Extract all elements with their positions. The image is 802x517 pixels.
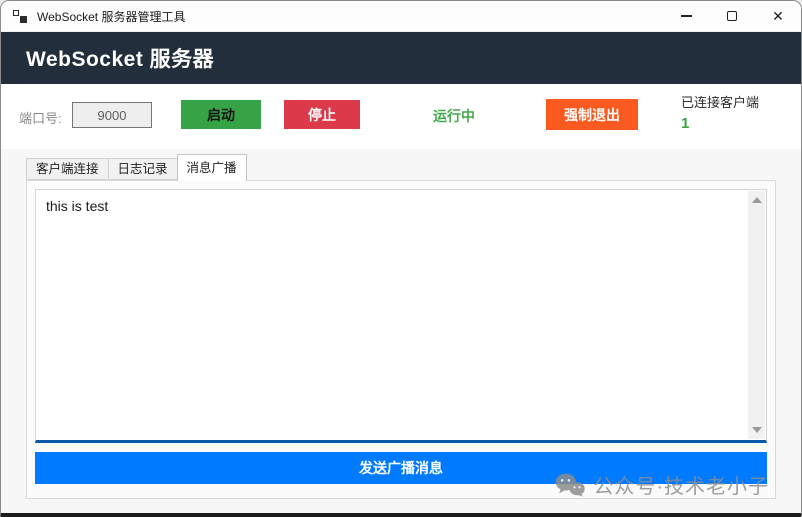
titlebar: WebSocket 服务器管理工具 ✕ bbox=[1, 1, 801, 32]
force-quit-button[interactable]: 强制退出 bbox=[546, 99, 638, 130]
scroll-up-icon[interactable] bbox=[752, 197, 762, 203]
maximize-icon bbox=[727, 11, 737, 21]
app-header-title: WebSocket 服务器 bbox=[26, 43, 214, 73]
port-label: 端口号: bbox=[19, 108, 62, 127]
app-header: WebSocket 服务器 bbox=[1, 32, 801, 84]
tab-area: 客户端连接 日志记录 消息广播 this is test 发送广播消息 bbox=[1, 149, 801, 513]
send-broadcast-button[interactable]: 发送广播消息 bbox=[35, 452, 767, 484]
app-window: WebSocket 服务器管理工具 ✕ WebSocket 服务器 端口号: 启… bbox=[0, 0, 802, 517]
tab-strip: 客户端连接 日志记录 消息广播 bbox=[26, 153, 801, 180]
window-controls: ✕ bbox=[663, 1, 801, 31]
connected-clients-block: 已连接客户端 1 bbox=[681, 92, 759, 132]
textbox-scrollbar[interactable] bbox=[748, 191, 765, 439]
close-button[interactable]: ✕ bbox=[755, 1, 801, 31]
scroll-down-icon[interactable] bbox=[752, 427, 762, 433]
maximize-button[interactable] bbox=[709, 1, 755, 31]
app-icon-square-outline bbox=[13, 10, 19, 16]
window-title: WebSocket 服务器管理工具 bbox=[37, 8, 185, 25]
connected-clients-count: 1 bbox=[681, 115, 759, 132]
stop-button[interactable]: 停止 bbox=[284, 100, 360, 129]
tab-client-connections[interactable]: 客户端连接 bbox=[26, 158, 108, 180]
tab-message-broadcast[interactable]: 消息广播 bbox=[177, 154, 247, 181]
app-icon bbox=[13, 9, 27, 23]
broadcast-message-box: this is test bbox=[35, 189, 767, 443]
broadcast-panel: this is test 发送广播消息 bbox=[26, 180, 776, 499]
app-icon-square-filled bbox=[20, 16, 27, 23]
minimize-icon bbox=[681, 15, 692, 17]
minimize-button[interactable] bbox=[663, 1, 709, 31]
tab-log-records[interactable]: 日志记录 bbox=[108, 158, 177, 180]
control-panel: 端口号: 启动 停止 运行中 强制退出 已连接客户端 1 bbox=[1, 84, 801, 149]
start-button[interactable]: 启动 bbox=[181, 100, 261, 129]
connected-clients-label: 已连接客户端 bbox=[681, 92, 759, 111]
server-status-text: 运行中 bbox=[433, 106, 475, 126]
broadcast-message-input[interactable]: this is test bbox=[36, 190, 766, 440]
close-icon: ✕ bbox=[772, 9, 784, 23]
port-input[interactable] bbox=[72, 102, 152, 128]
